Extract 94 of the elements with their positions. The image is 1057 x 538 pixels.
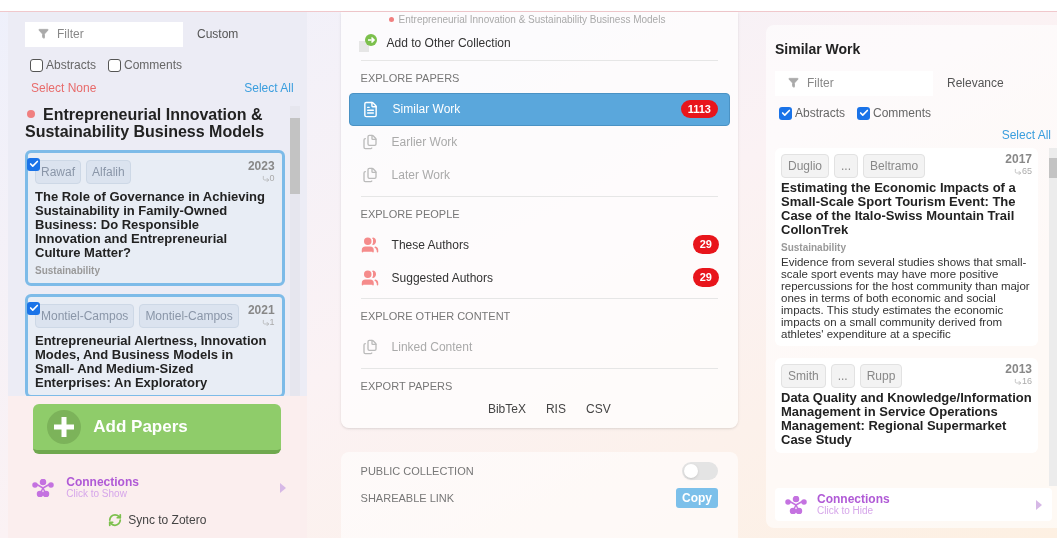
checkbox[interactable] [108, 58, 121, 72]
select-all-link[interactable]: Select All [1001, 126, 1051, 144]
paper-card[interactable]: Smith ... Rupp 2013 16 Data Quality and Knowledge/Information Management in Service Operations Management: Regional Supermarket Case Study [775, 358, 1038, 453]
section-heading: EXPLORE OTHER CONTENT [360, 309, 512, 324]
filter-field[interactable]: Filter [25, 21, 183, 47]
export-button[interactable]: CSV [585, 400, 611, 418]
citation-icon [1014, 167, 1022, 176]
year-label: 2017 [1005, 153, 1032, 166]
paper-title[interactable]: The Role of Governance in Achieving Sustainability in Family-Owned Business: Do Responsible Innovation and Entrepreneurial Culture Matter? [35, 190, 275, 260]
connections-title: Connections [66, 476, 140, 488]
paper-title[interactable]: Data Quality and Knowledge/Information Management in Service Operations Management: Regional Supermarket Case Study [781, 391, 1032, 447]
section-heading: EXPLORE PAPERS [360, 71, 461, 86]
sync-icon [108, 513, 123, 527]
caret-icon [1036, 499, 1042, 510]
author-tag[interactable]: Montiel-Campos [139, 304, 239, 328]
connections-title: Connections [817, 493, 891, 505]
author-tag[interactable]: Beltramo [863, 154, 926, 178]
author-tag[interactable]: Rawaf [35, 160, 81, 184]
count-badge: 1113 [680, 99, 718, 119]
citation-count: 1 [269, 317, 275, 328]
menu-item[interactable]: These Authors 29 [348, 228, 730, 261]
toggle-label[interactable]: Comments [124, 56, 183, 74]
caret-icon [280, 482, 287, 493]
toggle-label[interactable]: Abstracts [46, 56, 96, 74]
connections-subtitle: Click to Hide [817, 505, 875, 516]
documents-icon [361, 339, 378, 355]
network-icon [785, 495, 807, 514]
filter-icon [38, 28, 49, 39]
scrollbar[interactable] [289, 106, 300, 396]
section-heading: EXPLORE PEOPLE [360, 206, 461, 222]
checkbox[interactable] [30, 58, 43, 72]
public-collection-label: PUBLIC COLLECTION [360, 463, 474, 479]
documents-icon [361, 167, 378, 183]
add-to-collection-button[interactable]: Add to Other Collection [352, 26, 726, 60]
count-badge: 29 [692, 235, 719, 254]
paper-card[interactable] [775, 148, 1038, 346]
plus-icon [47, 410, 82, 444]
current-collection: Entrepreneurial Innovation & Sustainability Business Models [398, 12, 666, 27]
paper-title[interactable]: Estimating the Economic Impacts of a Small-Scale Sport Tourism Event: The Case of the Italo-Swiss Mountain Trail CollonTrek [781, 181, 1032, 237]
citation-icon [261, 174, 270, 183]
collection-title: Entrepreneurial Innovation & Sustainability Business Models [25, 106, 266, 140]
document-icon [362, 100, 380, 118]
author-tag[interactable]: ... [830, 364, 855, 388]
add-collection-icon [358, 34, 379, 52]
author-tag[interactable]: ... [834, 154, 859, 178]
export-button[interactable]: BibTeX [487, 400, 526, 418]
year-label: 2013 [1005, 363, 1032, 376]
citation-count: 65 [1022, 166, 1032, 177]
citation-count: 16 [1022, 376, 1032, 387]
citation-icon [261, 318, 270, 327]
shareable-link-label: SHAREABLE LINK [360, 490, 455, 506]
select-all-link[interactable]: Select All [244, 79, 294, 97]
citation-count: 0 [269, 173, 275, 184]
author-tag[interactable]: Rupp [859, 364, 903, 388]
sort-label[interactable]: Relevance [947, 73, 1004, 92]
documents-icon [361, 134, 378, 150]
journal-label: Sustainability [781, 241, 847, 255]
connections-toggle[interactable]: Connections Click to Show [28, 476, 287, 499]
paper-card[interactable]: Rawaf Alfalih 2023 0 The Role of Governance in Achieving Sustainability in Family-Owned Business: Do Responsible Innovation and Entrepreneurial Culture Matter? Sustainability [25, 150, 285, 286]
connections-subtitle: Click to Show [66, 488, 128, 499]
paper-title[interactable]: Entrepreneurial Alertness, Innovation Modes, And Business Models in Small- And Medium-Sized Enterprises: An Exploratory [35, 334, 275, 390]
toggle-label[interactable]: Comments [873, 104, 932, 122]
journal-label: Sustainability [35, 264, 101, 278]
sort-label[interactable]: Custom [197, 24, 239, 43]
paper-abstract: Evidence from several studies shows that small-scale sport events may have more positive repercussions for the host community than major ones in terms of both economic and social impacts. This study estimates the economic impacts on a small community derived from athletes' expenditure at a specific [781, 256, 1031, 340]
author-tag[interactable]: Montiel-Campos [35, 304, 135, 328]
checkbox[interactable] [27, 157, 40, 171]
author-tag[interactable]: Smith [781, 364, 826, 388]
connections-toggle[interactable]: Connections Click to Hide [775, 488, 1052, 521]
network-icon [32, 478, 55, 497]
sync-button[interactable]: Sync to Zotero [108, 511, 207, 529]
author-tag[interactable]: Alfalih [86, 160, 131, 184]
menu-item[interactable]: Similar Work 1113 [348, 92, 730, 126]
filter-icon [788, 77, 799, 88]
people-icon [360, 235, 379, 254]
export-button[interactable]: RIS [545, 400, 566, 418]
public-switch[interactable] [682, 462, 718, 480]
checkbox[interactable] [857, 106, 870, 120]
year-label: 2021 [247, 304, 275, 317]
checkbox[interactable] [27, 301, 40, 315]
people-icon [360, 268, 379, 287]
toggle-label[interactable]: Abstracts [795, 104, 845, 122]
panel-title: Similar Work [775, 40, 862, 59]
paper-card[interactable]: Montiel-Campos Montiel-Campos 2021 1 Entrepreneurial Alertness, Innovation Modes, And Business Models in Small- And Medium-Sized Enterprises: An Exploratory [25, 294, 285, 396]
author-tag[interactable]: Duglio [781, 154, 830, 178]
count-badge: 29 [692, 268, 719, 287]
section-heading: EXPORT PAPERS [360, 378, 454, 394]
checkbox[interactable] [779, 106, 792, 120]
scrollbar[interactable] [1049, 148, 1057, 486]
citation-icon [1014, 377, 1022, 386]
filter-field[interactable]: Filter [775, 70, 933, 96]
select-none-link[interactable]: Select None [31, 79, 97, 97]
year-label: 2023 [247, 160, 275, 173]
menu-item[interactable]: Suggested Authors 29 [348, 261, 730, 294]
